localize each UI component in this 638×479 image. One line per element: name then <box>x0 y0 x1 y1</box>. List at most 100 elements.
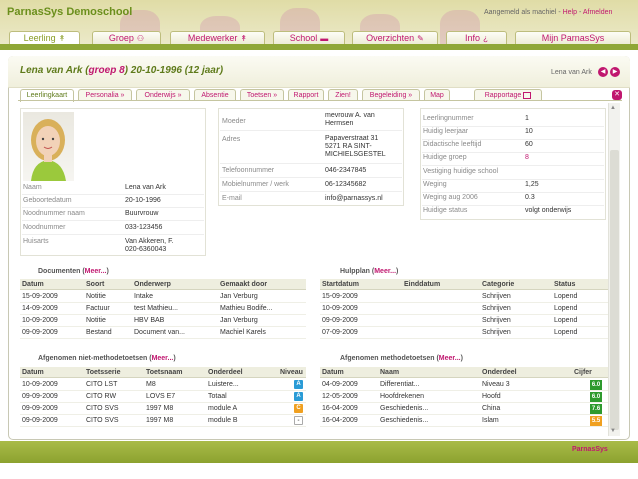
column-header[interactable]: Toetsnaam <box>146 369 182 376</box>
kv-value: 20-10-1996 <box>125 197 161 204</box>
kv-label: Huidige status <box>423 207 468 214</box>
row-divider <box>22 194 204 195</box>
column-header[interactable]: Soort <box>86 281 104 288</box>
table-cell: Hoofdrekenen <box>380 393 424 400</box>
hulpplan-meer-link[interactable]: Meer... <box>374 268 396 275</box>
section-title-close: ) <box>460 355 463 362</box>
tab-label: Mijn ParnasSys <box>541 33 605 43</box>
tab-overzichten[interactable]: Overzichten ✎ <box>352 31 438 45</box>
level-badge: A <box>294 392 303 401</box>
tab-medewerker[interactable]: Medewerker ↟ <box>170 31 265 45</box>
table-row[interactable] <box>320 391 608 403</box>
section-title-close: ) <box>106 268 109 275</box>
table-cell: Lopend <box>554 317 578 324</box>
column-header[interactable]: Startdatum <box>322 281 359 288</box>
kv-label: Adres <box>222 136 241 143</box>
table-cell: Luistere... <box>208 381 239 388</box>
column-header[interactable]: Einddatum <box>404 281 440 288</box>
column-header[interactable]: Onderdeel <box>482 369 517 376</box>
level-badge: C <box>294 404 303 413</box>
tab-bar-band <box>0 44 638 50</box>
student-dob: ) 20-10-1996 (12 jaar) <box>124 65 224 76</box>
logout-link[interactable]: Afmelden <box>583 9 613 16</box>
column-header[interactable]: Categorie <box>482 281 514 288</box>
tab-school[interactable]: School ▬ <box>273 31 345 45</box>
chevron-left-icon: ◀ <box>600 69 606 75</box>
tab-mijn-parnassys[interactable]: Mijn ParnasSys <box>515 31 631 45</box>
table-cell: LOVS E7 <box>146 393 176 400</box>
column-header[interactable]: Datum <box>22 369 44 376</box>
section-title-documenten: Documenten (Meer...) <box>38 268 109 275</box>
kv-label: Noodnummer naam <box>23 210 85 217</box>
kv-value: Van Akkeren, F. <box>125 238 174 245</box>
table-cell: HBV BAB <box>134 317 165 324</box>
tab-groep[interactable]: Groep ⚇ <box>92 31 161 45</box>
chevron-right-icon: ▶ <box>612 69 618 75</box>
kv-label: Geboortedatum <box>23 197 72 204</box>
column-header[interactable]: Datum <box>322 369 344 376</box>
scroll-up-icon[interactable]: ▲ <box>610 105 616 111</box>
table-cell: Islam <box>482 417 499 424</box>
column-header[interactable]: Status <box>554 281 575 288</box>
footer-band <box>0 441 638 463</box>
column-header[interactable]: Cijfer <box>574 369 592 376</box>
column-header[interactable]: Onderdeel <box>208 369 243 376</box>
kv-value: 06-12345682 <box>325 181 367 188</box>
scrollbar-thumb[interactable] <box>610 150 619 430</box>
table-cell: test Mathieu... <box>134 305 178 312</box>
column-header[interactable]: Niveau <box>280 369 303 376</box>
table-header <box>320 367 608 378</box>
section-title-text: Documenten ( <box>38 268 85 275</box>
column-header[interactable]: Datum <box>22 281 44 288</box>
kv-label: Weging <box>423 181 447 188</box>
table-row[interactable] <box>20 379 306 391</box>
kv-value: Lena van Ark <box>125 184 166 191</box>
row-divider <box>220 163 402 164</box>
column-header[interactable]: Gemaakt door <box>220 281 267 288</box>
close-button[interactable]: ✕ <box>612 90 622 100</box>
table-row[interactable] <box>320 379 608 391</box>
employee-icon: ↟ <box>240 34 248 43</box>
row-divider <box>422 139 604 140</box>
table-cell: 07-09-2009 <box>322 329 358 336</box>
table-cell: module A <box>208 405 238 412</box>
column-header[interactable]: Toetsserie <box>86 369 121 376</box>
methode-meer-link[interactable]: Meer... <box>439 355 461 362</box>
table-cell: 04-09-2009 <box>322 381 358 388</box>
tab-label: Groep <box>108 33 134 43</box>
row-divider <box>22 234 204 235</box>
table-cell: 1997 M8 <box>146 405 174 412</box>
help-link[interactable]: Help <box>563 9 577 16</box>
kv-value: 8 <box>525 154 529 161</box>
table-cell: 15-09-2009 <box>322 293 358 300</box>
scroll-down-icon[interactable]: ▼ <box>610 428 616 434</box>
table-cell: Notitie <box>86 293 106 300</box>
student-group-link[interactable]: groep 8 <box>89 65 125 76</box>
prev-student-button[interactable]: ◀ <box>598 67 608 77</box>
score-badge: 6.0 <box>590 392 602 402</box>
section-title-methode: Afgenomen methodetoetsen (Meer...) <box>340 355 463 362</box>
student-nav-label: Lena van Ark <box>551 69 592 76</box>
kv-value: 60 <box>525 141 533 148</box>
table-cell: 14-09-2009 <box>22 305 58 312</box>
next-student-button[interactable]: ▶ <box>610 67 620 77</box>
table-row[interactable] <box>320 415 608 427</box>
table-cell: Geschiedenis... <box>380 417 429 424</box>
table-row[interactable] <box>320 403 608 415</box>
kv-value: 10 <box>525 128 533 135</box>
email-link[interactable]: info@parnassys.nl <box>325 195 383 202</box>
table-row[interactable] <box>20 291 306 303</box>
tab-info[interactable]: Info ¿ <box>446 31 507 45</box>
documenten-meer-link[interactable]: Meer... <box>85 268 107 275</box>
column-header[interactable]: Onderwerp <box>134 281 171 288</box>
kv-label: Huisarts <box>23 238 49 245</box>
column-header[interactable]: Naam <box>380 369 399 376</box>
table-cell: 16-04-2009 <box>322 405 358 412</box>
section-title-close: ) <box>173 355 176 362</box>
table-cell: Niveau 3 <box>482 381 510 388</box>
niet-methode-meer-link[interactable]: Meer... <box>152 355 174 362</box>
table-cell: Schrijven <box>482 305 511 312</box>
table-cell: 09-09-2009 <box>322 317 358 324</box>
row-divider <box>220 191 402 192</box>
pencil-icon: ✎ <box>417 34 424 43</box>
